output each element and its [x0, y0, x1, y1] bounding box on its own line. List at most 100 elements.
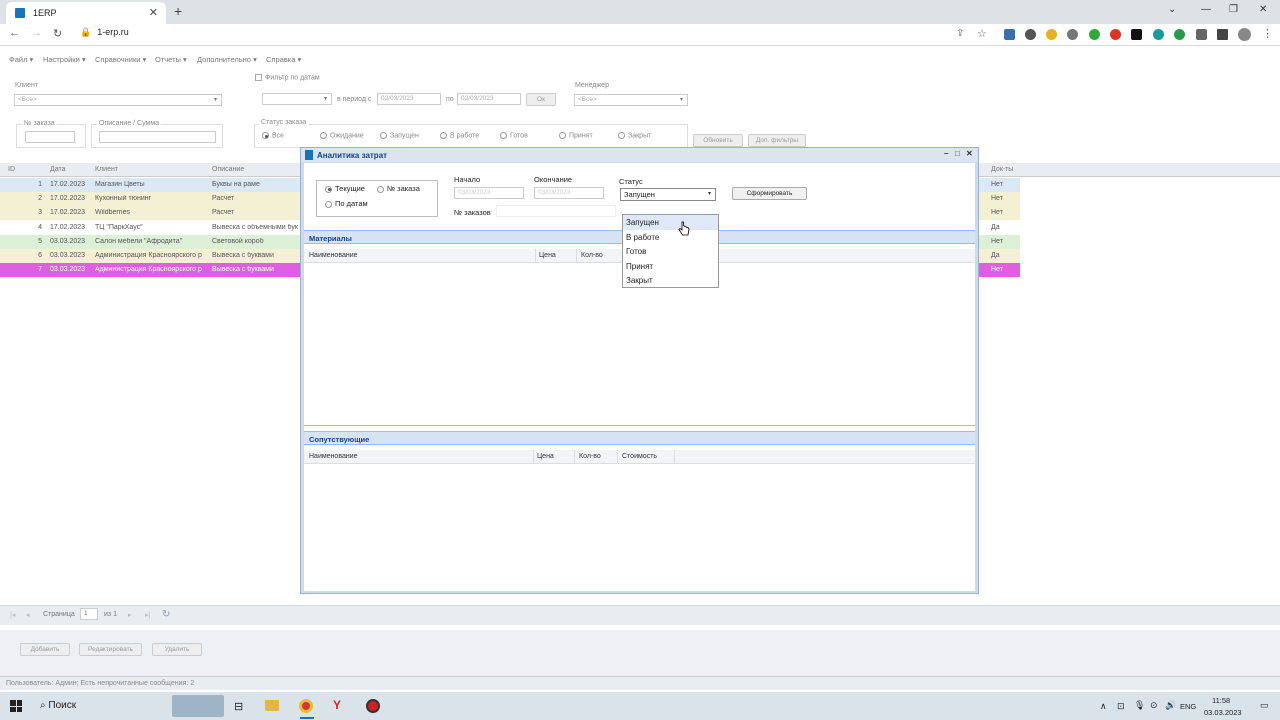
- chrome-icon[interactable]: [299, 699, 313, 713]
- orders-input[interactable]: [496, 205, 616, 217]
- clock-time[interactable]: 11:58: [1212, 696, 1230, 705]
- app-icon[interactable]: [366, 699, 380, 713]
- end-date-field[interactable]: 03/03/2023: [534, 187, 604, 199]
- minimize-icon[interactable]: –: [944, 149, 948, 158]
- chevron-down-icon[interactable]: ▾: [211, 96, 220, 104]
- task-view-icon[interactable]: ⊟: [234, 700, 243, 713]
- chevron-down-icon[interactable]: ▾: [705, 190, 714, 198]
- chevron-down-icon[interactable]: ▾: [321, 95, 330, 103]
- notification-icon[interactable]: ▭: [1260, 700, 1269, 711]
- start-date-field[interactable]: 03/03/2023: [454, 187, 524, 199]
- extension-icon[interactable]: [1153, 29, 1164, 40]
- status-radio-ready[interactable]: Готов: [500, 132, 528, 139]
- related-col-cost[interactable]: Стоимость: [622, 453, 657, 460]
- status-option-closed[interactable]: Закрыт: [623, 273, 718, 288]
- restore-icon[interactable]: ❐: [1229, 4, 1238, 15]
- date-filter-checkbox[interactable]: Фильтр по датам: [255, 74, 320, 81]
- status-combo[interactable]: Запущен ▾: [620, 188, 716, 201]
- extension-icon[interactable]: [1046, 29, 1057, 40]
- maximize-icon[interactable]: □: [955, 149, 960, 158]
- order-no-input[interactable]: [25, 131, 75, 143]
- extra-filters-button[interactable]: Доп. фильтры: [748, 134, 806, 147]
- close-icon[interactable]: ✕: [966, 149, 973, 158]
- menu-reports[interactable]: Отчеты ▾: [155, 55, 187, 64]
- page-input[interactable]: 1: [80, 608, 98, 620]
- col-description[interactable]: Описание: [212, 166, 244, 173]
- status-radio-all[interactable]: Все: [262, 132, 284, 139]
- bookmark-icon[interactable]: ☆: [977, 27, 987, 40]
- back-icon[interactable]: ←: [9, 27, 20, 39]
- menu-settings[interactable]: Настройки ▾: [43, 55, 86, 64]
- generate-button[interactable]: Сформировать: [732, 187, 807, 200]
- related-col-price[interactable]: Цена: [537, 453, 554, 460]
- radio-order-no[interactable]: № заказа: [377, 184, 420, 193]
- period-combo[interactable]: ▾: [262, 93, 332, 105]
- col-id[interactable]: ID: [8, 166, 15, 173]
- menu-directories[interactable]: Справочники ▾: [95, 55, 146, 64]
- reload-icon[interactable]: ↻: [53, 27, 62, 40]
- menu-additional[interactable]: Дополнительно ▾: [197, 55, 257, 64]
- yandex-icon[interactable]: Y: [333, 698, 341, 712]
- clock-date[interactable]: 03.03.2023: [1204, 708, 1242, 717]
- first-page-icon[interactable]: |◂: [10, 611, 15, 619]
- avatar[interactable]: [1238, 28, 1251, 41]
- tab-search-icon[interactable]: ⌄: [1168, 4, 1176, 15]
- browser-tab[interactable]: 1ERP ✕: [6, 2, 166, 24]
- refresh-button[interactable]: Обновить: [693, 134, 743, 147]
- status-option-accepted[interactable]: Принят: [623, 259, 718, 274]
- dialog-title-bar[interactable]: Аналитика затрат – □ ✕: [301, 148, 978, 162]
- add-button[interactable]: Добавить: [20, 643, 70, 656]
- puzzle-icon[interactable]: [1196, 29, 1207, 40]
- extension-icon[interactable]: [1174, 29, 1185, 40]
- description-input[interactable]: [99, 131, 216, 143]
- minimize-icon[interactable]: —: [1201, 4, 1211, 15]
- menu-file[interactable]: Файл ▾: [9, 55, 33, 64]
- client-combo[interactable]: <Все> ▾: [14, 94, 222, 106]
- sidebar-icon[interactable]: [1217, 29, 1228, 40]
- cart-extension-icon[interactable]: [1004, 29, 1015, 40]
- materials-col-price[interactable]: Цена: [539, 252, 556, 259]
- edit-button[interactable]: Редактировать: [79, 643, 142, 656]
- extension-icon[interactable]: [1089, 29, 1100, 40]
- materials-col-name[interactable]: Наименование: [309, 252, 358, 259]
- refresh-icon[interactable]: ↻: [162, 609, 170, 620]
- menu-help[interactable]: Справка ▾: [266, 55, 301, 64]
- manager-combo[interactable]: <Все> ▾: [574, 94, 688, 106]
- forward-icon[interactable]: →: [31, 27, 42, 39]
- col-docs[interactable]: Док-ты: [991, 166, 1013, 173]
- close-tab-icon[interactable]: ✕: [149, 6, 158, 19]
- status-radio-launched[interactable]: Запущен: [380, 132, 419, 139]
- col-client[interactable]: Клиент: [95, 166, 118, 173]
- date-from-field[interactable]: 03/03/2023: [377, 93, 441, 105]
- status-radio-waiting[interactable]: Ожидание: [320, 132, 364, 139]
- delete-button[interactable]: Удалить: [152, 643, 202, 656]
- date-to-field[interactable]: 03/03/2023: [457, 93, 521, 105]
- taskbar-search[interactable]: ⌕ Поиск: [40, 700, 76, 711]
- status-option-launched[interactable]: Запущен: [623, 215, 718, 230]
- extension-icon[interactable]: [1067, 29, 1078, 40]
- extension-icon[interactable]: [1131, 29, 1142, 40]
- status-option-ready[interactable]: Готов: [623, 244, 718, 259]
- tray-overflow-icon[interactable]: ∧: [1100, 701, 1107, 712]
- extension-icon[interactable]: [1025, 29, 1036, 40]
- extension-icon[interactable]: [1110, 29, 1121, 40]
- more-icon[interactable]: ⋮: [1262, 27, 1273, 40]
- status-radio-closed[interactable]: Закрыт: [618, 132, 651, 139]
- ok-button[interactable]: Ок: [526, 93, 556, 106]
- materials-col-qty[interactable]: Кол-во: [581, 252, 603, 259]
- start-icon[interactable]: [10, 700, 22, 712]
- tray-app-icon[interactable]: ⊡: [1117, 701, 1125, 712]
- file-explorer-icon[interactable]: [265, 700, 279, 711]
- related-col-qty[interactable]: Кол-во: [579, 453, 601, 460]
- status-radio-in-work[interactable]: В работе: [440, 132, 479, 139]
- share-icon[interactable]: ⇪: [956, 28, 964, 39]
- volume-icon[interactable]: 🔊: [1165, 700, 1176, 711]
- language-indicator[interactable]: ENG: [1180, 702, 1196, 711]
- status-option-in-work[interactable]: В работе: [623, 230, 718, 245]
- url-field[interactable]: 🔒 1-erp.ru: [80, 27, 129, 38]
- radio-by-dates[interactable]: По датам: [325, 199, 368, 208]
- last-page-icon[interactable]: ▸|: [145, 611, 150, 619]
- microphone-icon[interactable]: 🎙: [1134, 700, 1145, 711]
- related-col-name[interactable]: Наименование: [309, 453, 358, 460]
- prev-page-icon[interactable]: ◂: [26, 611, 30, 619]
